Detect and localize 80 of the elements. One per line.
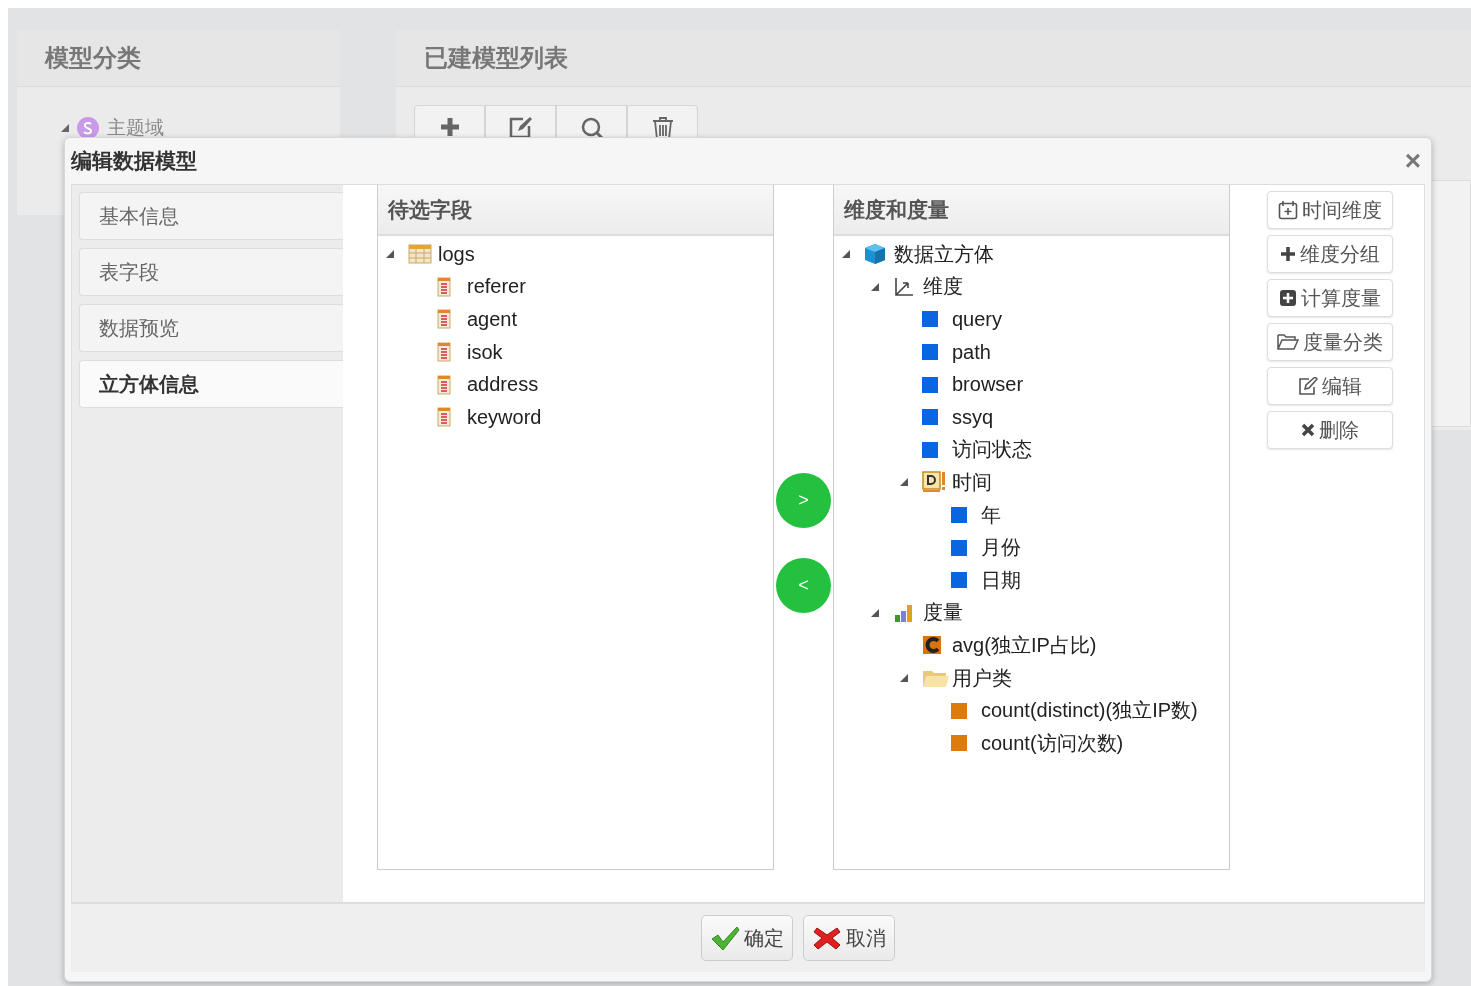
tree-node-label[interactable]: 时间 [952,468,992,496]
measure-square-icon [951,735,967,752]
expanded-toggle-icon[interactable] [900,674,908,682]
tree-node-label[interactable]: 访问状态 [952,436,1032,464]
table-icon [408,244,432,265]
tree-node-label[interactable]: 用户类 [952,664,1012,692]
calculated-measure-icon [922,635,942,656]
tree-node-label[interactable]: 维度 [923,273,963,301]
tree-node-label[interactable]: keyword [467,405,542,429]
cube-icon [864,243,886,266]
folder-outline-icon [1277,333,1299,351]
action-button[interactable]: 时间维度 [1267,191,1393,229]
tree-node-label[interactable]: path [952,340,991,364]
dimension-square-icon [922,344,938,361]
dimension-square-icon [951,539,967,556]
tree-node-label[interactable]: 月份 [981,534,1021,562]
measure-square-icon [951,702,967,719]
cancel-button[interactable]: 取消 [803,915,895,961]
sidebar-tab[interactable]: 表字段 [79,248,343,296]
tree-node-label[interactable]: 数据立方体 [894,240,994,268]
tree-node-label[interactable]: logs [438,242,475,266]
calendar-icon [1278,200,1298,220]
expanded-toggle-icon[interactable] [871,282,879,291]
expanded-toggle-icon[interactable] [61,124,69,132]
check-icon [710,925,740,951]
date-icon [922,471,946,494]
action-button[interactable]: 维度分组 [1267,235,1393,273]
panel-title: 待选字段 [388,196,472,223]
plus-icon [438,116,461,138]
action-button[interactable]: 计算度量 [1267,279,1393,317]
panel-title: 模型分类 [45,43,141,73]
column-icon [437,342,451,363]
dialog-title: 编辑数据模型 [71,148,197,174]
sidebar-tab[interactable]: 基本信息 [79,192,343,240]
search-icon [579,116,604,140]
tree-node-label[interactable]: avg(独立IP占比) [952,631,1097,659]
tree-node-label[interactable]: 度量 [923,599,963,627]
dimension-square-icon [922,409,938,426]
expanded-toggle-icon[interactable] [900,478,908,487]
tree-node-label[interactable]: ssyq [952,405,994,429]
sidebar-tab[interactable]: 数据预览 [79,304,343,352]
tree-node-label[interactable]: 日期 [981,566,1021,594]
plus-icon [1280,246,1296,262]
axes-icon [893,275,915,298]
tree-node-label[interactable]: isok [467,340,503,364]
tree-node-label[interactable]: count(distinct)(独立IP数) [981,697,1198,725]
column-icon [437,407,451,428]
dimension-square-icon [922,376,938,393]
bar-chart-icon [893,602,915,623]
expanded-toggle-icon[interactable] [386,250,394,259]
panel-title: 维度和度量 [844,196,949,223]
dimension-square-icon [922,441,938,458]
expanded-toggle-icon[interactable] [842,250,850,259]
dimension-square-icon [922,311,938,328]
expanded-toggle-icon[interactable] [871,608,879,617]
column-icon [437,374,451,395]
tree-node-label[interactable]: query [952,308,1003,331]
close-button[interactable]: × [1404,147,1421,175]
column-icon [437,309,451,330]
close-icon [1301,423,1315,437]
dimension-square-icon [951,507,967,524]
plus-square-icon [1279,289,1297,307]
tree-node-label[interactable]: browser [952,373,1024,397]
trash-icon [651,116,674,140]
edit-icon [508,116,533,138]
tree-node-label[interactable]: 年 [981,501,1001,529]
panel-title: 已建模型列表 [424,43,568,73]
tree-node-label[interactable]: count(访问次数) [981,729,1124,757]
dimension-square-icon [951,572,967,589]
tree-node-label[interactable]: agent [467,308,518,331]
tree-node-label[interactable]: address [467,373,539,397]
confirm-button[interactable]: 确定 [701,915,793,961]
sidebar-tab[interactable]: 立方体信息 [79,360,343,408]
action-button[interactable]: 编辑 [1267,367,1393,405]
edit-icon [1298,377,1318,395]
column-icon [437,276,451,297]
action-button[interactable]: 度量分类 [1267,323,1393,361]
folder-icon [922,668,950,688]
tree-node-label[interactable]: referer [467,275,526,299]
action-button[interactable]: 删除 [1267,411,1393,449]
